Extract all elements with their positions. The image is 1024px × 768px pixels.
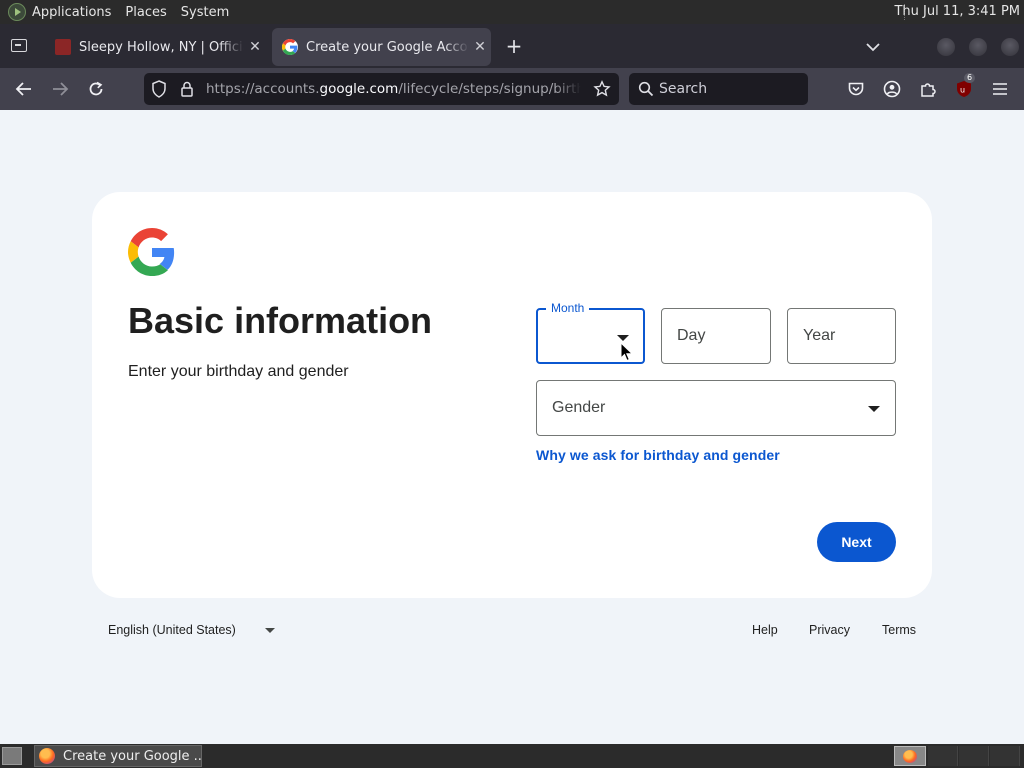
tab-sleepy-hollow[interactable]: Sleepy Hollow, NY | Official ✕ (45, 28, 266, 66)
year-placeholder: Year (803, 327, 836, 344)
tab-title: Create your Google Account (306, 39, 469, 55)
why-birthday-gender-link[interactable]: Why we ask for birthday and gender (536, 447, 780, 463)
extension-badge-count: 6 (964, 73, 976, 83)
account-icon[interactable] (881, 78, 903, 100)
search-placeholder: Search (659, 81, 708, 97)
svg-text:u: u (960, 86, 965, 95)
language-dropdown-caret-icon[interactable] (265, 628, 275, 633)
month-label: Month (546, 301, 590, 315)
maximize-window-icon[interactable] (969, 38, 987, 56)
workspace-2[interactable] (928, 746, 958, 766)
gender-select[interactable]: Gender (536, 380, 896, 436)
list-all-tabs-chevron-icon[interactable] (862, 36, 884, 58)
navigation-toolbar: https://accounts.google.com/lifecycle/st… (0, 68, 1024, 110)
system-menu[interactable]: System (181, 5, 229, 20)
hamburger-menu-icon[interactable] (989, 78, 1011, 100)
new-tab-plus-icon[interactable]: + (503, 36, 525, 58)
tracking-shield-icon[interactable] (148, 78, 170, 100)
tab-strip: Sleepy Hollow, NY | Official ✕ Create yo… (0, 24, 1024, 68)
search-bar[interactable]: Search (629, 73, 808, 105)
dropdown-caret-icon (617, 335, 629, 341)
bottom-taskbar: Create your Google ... (0, 744, 1024, 768)
tab-close-icon[interactable]: ✕ (244, 39, 266, 55)
day-input[interactable]: Day (661, 308, 771, 364)
mouse-pointer-icon (620, 341, 634, 362)
search-icon (635, 78, 657, 100)
workspace-4[interactable] (990, 746, 1020, 766)
page-content: Basic information Enter your birthday an… (0, 110, 1024, 744)
places-menu[interactable]: Places (125, 5, 166, 20)
url-text: https://accounts.google.com/lifecycle/st… (206, 81, 581, 97)
google-favicon-icon (282, 39, 298, 55)
bookmark-star-icon[interactable] (591, 78, 613, 100)
pocket-icon[interactable] (845, 78, 867, 100)
help-link[interactable]: Help (752, 623, 778, 637)
google-logo-icon (128, 228, 176, 276)
taskbar-window-button[interactable]: Create your Google ... (34, 745, 202, 767)
address-bar[interactable]: https://accounts.google.com/lifecycle/st… (144, 73, 619, 105)
tab-create-google-account[interactable]: Create your Google Account ✕ (272, 28, 491, 66)
gnome-foot-icon[interactable] (8, 3, 26, 21)
page-subtitle: Enter your birthday and gender (128, 363, 349, 380)
day-placeholder: Day (677, 327, 706, 344)
lock-icon[interactable] (176, 78, 198, 100)
year-input[interactable]: Year (787, 308, 896, 364)
firefox-view-icon[interactable] (8, 36, 30, 56)
close-window-icon[interactable] (1001, 38, 1019, 56)
back-arrow-icon[interactable] (13, 78, 35, 100)
terms-link[interactable]: Terms (882, 623, 916, 637)
language-selector[interactable]: English (United States) (108, 623, 236, 637)
signup-card: Basic information Enter your birthday an… (92, 192, 932, 598)
dropdown-caret-icon (868, 406, 880, 412)
workspace-3[interactable] (959, 746, 989, 766)
tab-title: Sleepy Hollow, NY | Official (79, 39, 244, 55)
applications-menu[interactable]: Applications (32, 5, 111, 20)
privacy-link[interactable]: Privacy (809, 623, 850, 637)
top-panel: Applications Places System Thu Jul 11, 3… (0, 0, 1024, 24)
minimize-window-icon[interactable] (937, 38, 955, 56)
show-desktop-icon[interactable] (2, 747, 22, 765)
firefox-icon (39, 748, 55, 764)
workspace-1[interactable] (894, 746, 926, 766)
reload-icon[interactable] (85, 78, 107, 100)
tab-close-icon[interactable]: ✕ (469, 39, 491, 55)
site-favicon-icon (55, 39, 71, 55)
page-title: Basic information (128, 300, 433, 341)
extensions-puzzle-icon[interactable] (917, 78, 939, 100)
gender-placeholder: Gender (552, 399, 606, 416)
forward-arrow-icon[interactable] (49, 78, 71, 100)
taskbar-window-title: Create your Google ... (63, 748, 202, 764)
panel-clock[interactable]: Thu Jul 11, 3:41 PM (894, 4, 1020, 19)
next-button[interactable]: Next (817, 522, 896, 562)
